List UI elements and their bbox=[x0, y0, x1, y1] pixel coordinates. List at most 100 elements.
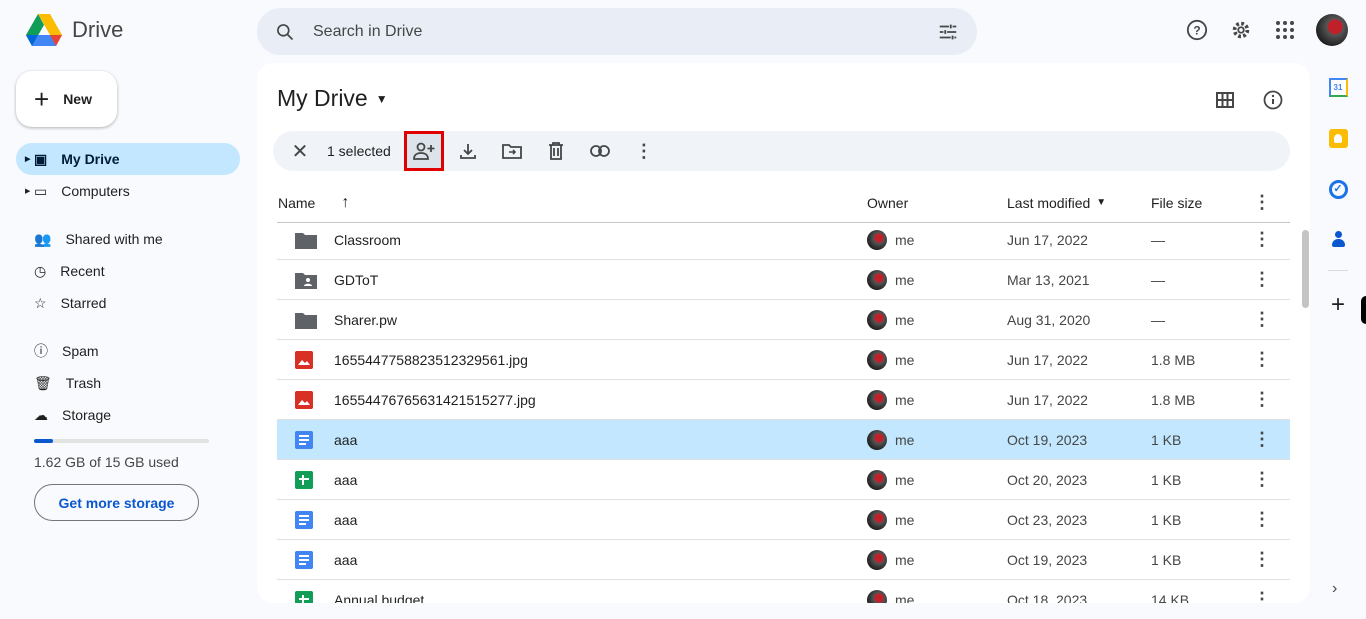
file-modified: Oct 19, 2023 bbox=[1007, 431, 1088, 448]
info-icon[interactable] bbox=[1260, 87, 1286, 113]
sidebar-item-label: Computers bbox=[61, 183, 130, 199]
account-avatar[interactable] bbox=[1316, 14, 1348, 46]
file-name[interactable]: aaa bbox=[334, 500, 357, 539]
file-row[interactable]: aaa me Oct 19, 2023 1 KB ⋮ bbox=[277, 540, 1290, 580]
tasks-icon[interactable]: ✓ bbox=[1328, 180, 1348, 199]
page-title[interactable]: My Drive ▼ bbox=[277, 85, 388, 112]
file-row[interactable]: aaa me Oct 20, 2023 1 KB ⋮ bbox=[277, 460, 1290, 500]
scrollbar[interactable] bbox=[1302, 230, 1309, 308]
apps-grid-icon[interactable] bbox=[1272, 17, 1298, 43]
expand-caret-icon[interactable]: ▶ bbox=[25, 155, 30, 163]
selection-count: 1 selected bbox=[327, 143, 391, 159]
sort-arrow-up-icon[interactable]: ↑ bbox=[341, 194, 349, 212]
get-more-storage-button[interactable]: Get more storage bbox=[34, 484, 199, 521]
grid-view-icon[interactable] bbox=[1212, 87, 1238, 113]
side-tab-handle[interactable] bbox=[1361, 296, 1366, 324]
row-more-actions-icon[interactable]: ⋮ bbox=[1253, 260, 1271, 299]
file-modified: Oct 19, 2023 bbox=[1007, 551, 1088, 568]
folder-icon bbox=[295, 220, 317, 259]
help-icon[interactable]: ? bbox=[1184, 17, 1210, 43]
column-name[interactable]: Name bbox=[278, 195, 315, 211]
sidebar-item-shared[interactable]: 👥 Shared with me bbox=[16, 223, 240, 255]
row-more-actions-icon[interactable]: ⋮ bbox=[1253, 460, 1271, 499]
move-to-folder-icon[interactable] bbox=[495, 134, 529, 168]
file-owner: me bbox=[867, 420, 914, 459]
more-actions-icon[interactable]: ⋮ bbox=[627, 134, 661, 168]
file-size: 1 KB bbox=[1151, 471, 1182, 488]
my-drive-icon: ▣ bbox=[34, 150, 48, 167]
file-list-header: Name ↑ Owner Last modified ▼ File size ⋮ bbox=[277, 183, 1290, 223]
expand-caret-icon[interactable]: ▶ bbox=[25, 187, 30, 195]
new-button[interactable]: + New bbox=[16, 71, 117, 127]
row-more-actions-icon[interactable]: ⋮ bbox=[1253, 340, 1271, 379]
file-size: 1 KB bbox=[1151, 511, 1182, 528]
file-row[interactable]: Annual budget me Oct 18, 2023 14 KB ⋮ bbox=[277, 580, 1290, 603]
image-icon bbox=[295, 340, 317, 379]
file-name[interactable]: aaa bbox=[334, 420, 357, 459]
file-row[interactable]: 1655447676563142151527​7.jpg me Jun 17, … bbox=[277, 380, 1290, 420]
column-file-size[interactable]: File size bbox=[1151, 183, 1202, 222]
owner-avatar bbox=[867, 429, 887, 450]
file-name[interactable]: Annual budget bbox=[334, 580, 424, 604]
search-icon[interactable] bbox=[275, 22, 295, 42]
trash-icon: 🗑 bbox=[34, 374, 52, 391]
file-row[interactable]: 1655447758823512329561.jpg me Jun 17, 20… bbox=[277, 340, 1290, 380]
file-size: — bbox=[1151, 231, 1165, 248]
file-modified: Oct 20, 2023 bbox=[1007, 471, 1088, 488]
trash-icon[interactable] bbox=[539, 134, 573, 168]
settings-gear-icon[interactable] bbox=[1228, 17, 1254, 43]
file-name[interactable]: GDToT bbox=[334, 260, 378, 299]
sidebar-item-recent[interactable]: ◷ Recent bbox=[16, 255, 240, 287]
sidebar-item-my-drive[interactable]: ▶ ▣ My Drive bbox=[16, 143, 240, 175]
row-more-actions-icon[interactable]: ⋮ bbox=[1253, 300, 1271, 339]
file-row[interactable]: Sharer.pw me Aug 31, 2020 — ⋮ bbox=[277, 300, 1290, 340]
expand-side-panel-chevron-icon[interactable]: › bbox=[1332, 580, 1337, 598]
row-more-actions-icon[interactable]: ⋮ bbox=[1253, 380, 1271, 419]
row-more-actions-icon[interactable]: ⋮ bbox=[1253, 500, 1271, 539]
sidebar-item-trash[interactable]: 🗑 Trash bbox=[16, 367, 240, 399]
divider bbox=[1328, 270, 1348, 271]
sort-caret-down-icon: ▼ bbox=[1096, 197, 1107, 208]
file-row[interactable]: Classroom me Jun 17, 2022 — ⋮ bbox=[277, 220, 1290, 260]
share-add-person-icon[interactable] bbox=[403, 131, 444, 171]
file-name[interactable]: 1655447676563142151527​7.jpg bbox=[334, 380, 536, 419]
file-name[interactable]: Sharer.pw bbox=[334, 300, 397, 339]
owner-avatar bbox=[867, 229, 887, 250]
file-name[interactable]: 1655447758823512329561.jpg bbox=[334, 340, 528, 379]
search-options-icon[interactable] bbox=[937, 21, 959, 43]
app-name: Drive bbox=[72, 17, 124, 42]
owner-name: me bbox=[895, 311, 915, 328]
sidebar-item-spam[interactable]: ⓘ Spam bbox=[16, 335, 240, 367]
file-name[interactable]: Classroom bbox=[334, 220, 401, 259]
column-last-modified[interactable]: Last modified ▼ bbox=[1007, 183, 1106, 222]
file-row[interactable]: aaa me Oct 23, 2023 1 KB ⋮ bbox=[277, 500, 1290, 540]
row-more-actions-icon[interactable]: ⋮ bbox=[1253, 540, 1271, 579]
sidebar-item-starred[interactable]: ☆ Starred bbox=[16, 287, 240, 319]
column-options-more-icon[interactable]: ⋮ bbox=[1253, 183, 1271, 222]
keep-icon[interactable] bbox=[1328, 129, 1348, 148]
file-owner: me bbox=[867, 220, 914, 259]
search-input[interactable]: Search in Drive bbox=[313, 23, 937, 41]
file-owner: me bbox=[867, 260, 914, 299]
drive-logo[interactable]: Drive bbox=[26, 14, 123, 46]
file-owner: me bbox=[867, 460, 914, 499]
file-name[interactable]: aaa bbox=[334, 460, 357, 499]
sidebar-item-computers[interactable]: ▶ ▭ Computers bbox=[16, 175, 240, 207]
column-owner[interactable]: Owner bbox=[867, 183, 908, 222]
file-name[interactable]: aaa bbox=[334, 540, 357, 579]
download-icon[interactable] bbox=[451, 134, 485, 168]
add-addon-plus-icon[interactable]: + bbox=[1331, 291, 1345, 319]
row-more-actions-icon[interactable]: ⋮ bbox=[1253, 220, 1271, 259]
contacts-icon[interactable] bbox=[1329, 231, 1348, 250]
file-row[interactable]: GDToT me Mar 13, 2021 — ⋮ bbox=[277, 260, 1290, 300]
doc-icon bbox=[295, 420, 317, 459]
clear-selection-close-icon[interactable]: ✕ bbox=[283, 134, 317, 168]
calendar-icon[interactable]: 31 bbox=[1328, 78, 1348, 97]
row-more-actions-icon[interactable]: ⋮ bbox=[1253, 580, 1271, 603]
file-size: — bbox=[1151, 311, 1165, 328]
search-bar[interactable]: Search in Drive bbox=[257, 8, 977, 55]
copy-link-icon[interactable] bbox=[583, 134, 617, 168]
row-more-actions-icon[interactable]: ⋮ bbox=[1253, 420, 1271, 459]
file-row[interactable]: aaa me Oct 19, 2023 1 KB ⋮ bbox=[277, 420, 1290, 460]
sidebar-item-storage[interactable]: ☁ Storage bbox=[16, 399, 240, 431]
